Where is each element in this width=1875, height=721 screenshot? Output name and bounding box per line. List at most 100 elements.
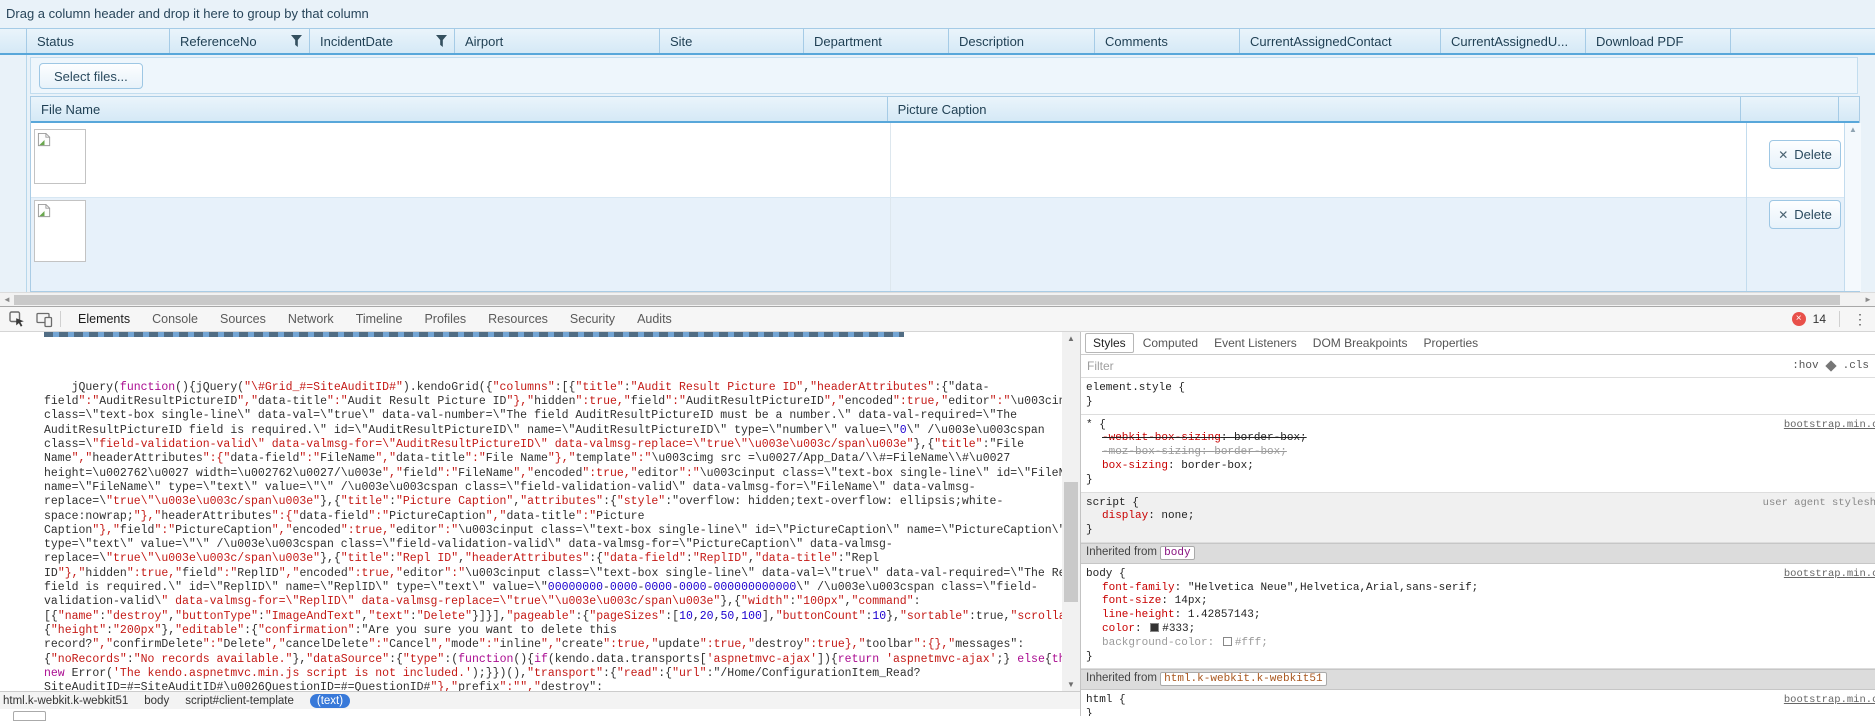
scroll-right-icon[interactable]: ► (1861, 293, 1875, 307)
inherited-node-link[interactable]: body (1160, 545, 1195, 560)
grid-column-header[interactable]: Airport (455, 29, 660, 53)
upload-dropzone[interactable]: Select files... (30, 57, 1858, 94)
tab-network[interactable]: Network (277, 307, 345, 331)
style-property[interactable]: box-sizing: border-box; (1086, 460, 1875, 474)
property-name: color (1102, 622, 1136, 635)
style-property[interactable]: font-family: "Helvetica Neue",Helvetica,… (1086, 582, 1875, 596)
tab-profiles[interactable]: Profiles (413, 307, 477, 331)
style-property[interactable]: color: #333; (1086, 622, 1875, 637)
code-line: AuditResultPictureID field is required.\… (44, 423, 1045, 437)
file-thumbnail (34, 200, 86, 262)
table-row[interactable] (31, 197, 1859, 291)
column-header-label: ReferenceNo (180, 33, 257, 49)
code-vertical-scrollbar[interactable]: ▲ ▼ (1062, 332, 1080, 691)
group-by-bar[interactable]: Drag a column header and drop it here to… (0, 0, 1875, 28)
code-line: field is required.\" id=\"ReplID\" name=… (44, 581, 1038, 595)
files-grid-column-header[interactable] (1839, 97, 1859, 121)
tab-sources[interactable]: Sources (209, 307, 277, 331)
grid-header-row: Status ReferenceNo IncidentDate Airport Site… (0, 28, 1875, 55)
grid-column-header[interactable]: IncidentDate (310, 29, 455, 53)
grid-column-header[interactable] (1731, 29, 1875, 53)
filter-icon[interactable] (436, 35, 447, 47)
scrollbar-thumb[interactable] (14, 295, 1840, 305)
scroll-down-icon[interactable]: ▼ (1062, 680, 1080, 689)
error-count[interactable]: 14 (1813, 312, 1826, 326)
files-grid-vertical-scrollbar[interactable]: ▲ (1844, 123, 1861, 291)
device-toolbar-icon[interactable] (34, 310, 54, 328)
column-header-label: Site (670, 33, 693, 49)
delete-button[interactable]: ✕ Delete (1769, 200, 1841, 229)
tab-resources[interactable]: Resources (477, 307, 559, 331)
style-property[interactable]: font-size: 14px; (1086, 595, 1875, 609)
styles-filter-bar: Filter :hov .cls (1081, 355, 1875, 378)
code-line: space:nowrap;"},"headerAttributes":{"dat… (44, 509, 645, 523)
scroll-up-icon[interactable]: ▲ (1845, 123, 1861, 137)
scrollbar-thumb[interactable] (1064, 482, 1078, 602)
column-header-label: IncidentDate (320, 33, 393, 49)
style-property[interactable]: line-height: 1.42857143; (1086, 609, 1875, 623)
styles-filter-input[interactable]: Filter (1087, 359, 1792, 373)
tab-console[interactable]: Console (141, 307, 209, 331)
elements-script-content[interactable]: jQuery(function(){jQuery("\#Grid_#=SiteA… (0, 332, 1062, 691)
grid-column-header[interactable]: Status (27, 29, 170, 53)
styles-tab-properties[interactable]: Properties (1416, 334, 1485, 352)
stylesheet-source-link[interactable]: bootstrap.min.css (1784, 568, 1875, 582)
stylesheet-source-link[interactable]: bootstrap.min.css (1784, 419, 1875, 433)
partial-element (13, 711, 46, 721)
select-files-button[interactable]: Select files... (39, 63, 143, 89)
element-classes-button[interactable]: .cls (1843, 360, 1869, 372)
table-row[interactable] (31, 123, 1859, 197)
scroll-left-icon[interactable]: ◄ (0, 293, 14, 307)
dom-breadcrumb: html.k-webkit.k-webkit51 body script#clien… (0, 691, 1080, 709)
breadcrumb-item[interactable]: html.k-webkit.k-webkit51 (3, 695, 128, 707)
horizontal-scrollbar[interactable]: ◄ ► (0, 292, 1875, 306)
tab-security[interactable]: Security (559, 307, 626, 331)
column-header-label: CurrentAssignedU... (1451, 33, 1569, 49)
property-name: display (1102, 510, 1149, 523)
breadcrumb-item[interactable]: (text) (309, 693, 351, 708)
overflow-menu-icon[interactable]: ⋮ (1853, 312, 1867, 326)
column-header-label: Download PDF (1596, 33, 1684, 49)
style-rule: bootstrap.min.css body {font-family: "Hel… (1081, 564, 1875, 670)
styles-tab-event-listeners[interactable]: Event Listeners (1207, 334, 1304, 352)
element-state-diamond-icon[interactable] (1824, 360, 1837, 372)
toggle-element-state-button[interactable]: :hov (1792, 360, 1818, 372)
files-grid-column-header[interactable]: Picture Caption (888, 97, 1742, 121)
filter-icon[interactable] (291, 35, 302, 47)
tab-elements[interactable]: Elements (67, 307, 141, 331)
files-grid-column-header[interactable]: File Name (31, 97, 888, 121)
style-property[interactable]: display: none; (1086, 510, 1875, 524)
style-property[interactable]: background-color: #fff; (1086, 636, 1875, 651)
grid-column-header[interactable]: Download PDF (1586, 29, 1731, 53)
grid-column-header[interactable]: Site (660, 29, 804, 53)
grid-column-header[interactable] (0, 29, 27, 53)
code-line: {"noRecords":"No records available."},"d… (44, 652, 1062, 666)
grid-column-header[interactable]: CurrentAssignedU... (1441, 29, 1586, 53)
files-grid-column-header[interactable] (1741, 97, 1839, 121)
code-line: type=\"text\" value=\"\" /\u003e\u003csp… (44, 538, 893, 552)
grid-column-header[interactable]: Department (804, 29, 949, 53)
tab-audits[interactable]: Audits (626, 307, 683, 331)
grid-column-header[interactable]: CurrentAssignedContact (1240, 29, 1441, 53)
tab-timeline[interactable]: Timeline (345, 307, 414, 331)
breadcrumb-item[interactable]: body (144, 695, 169, 707)
scroll-up-icon[interactable]: ▲ (1062, 334, 1080, 343)
styles-tab-computed[interactable]: Computed (1136, 334, 1205, 352)
breadcrumb-item[interactable]: script#client-template (185, 695, 294, 707)
styles-tab-dom-breakpoints[interactable]: DOM Breakpoints (1306, 334, 1415, 352)
style-property[interactable]: -moz-box-sizing: border-box; (1086, 446, 1875, 460)
error-badge-icon[interactable]: × (1791, 312, 1806, 326)
inherited-node-link[interactable]: html.k-webkit.k-webkit51 (1160, 672, 1327, 687)
inspect-element-icon[interactable] (7, 310, 27, 328)
delete-button[interactable]: ✕ Delete (1769, 140, 1841, 169)
grid-column-header[interactable]: Description (949, 29, 1095, 53)
style-property[interactable]: -webkit-box-sizing: border-box; (1086, 432, 1875, 446)
grid-column-header[interactable]: ReferenceNo (170, 29, 310, 53)
broken-image-icon (37, 132, 51, 147)
stylesheet-source-link[interactable]: bootstrap.min.css (1784, 694, 1875, 708)
stylesheet-source-link[interactable]: user agent stylesheet (1763, 497, 1875, 511)
code-line: validation-valid\" data-valmsg-for=\"Rep… (44, 595, 921, 609)
grid-column-header[interactable]: Comments (1095, 29, 1240, 53)
styles-tab-styles[interactable]: Styles (1085, 333, 1134, 353)
delete-label: Delete (1794, 147, 1832, 162)
